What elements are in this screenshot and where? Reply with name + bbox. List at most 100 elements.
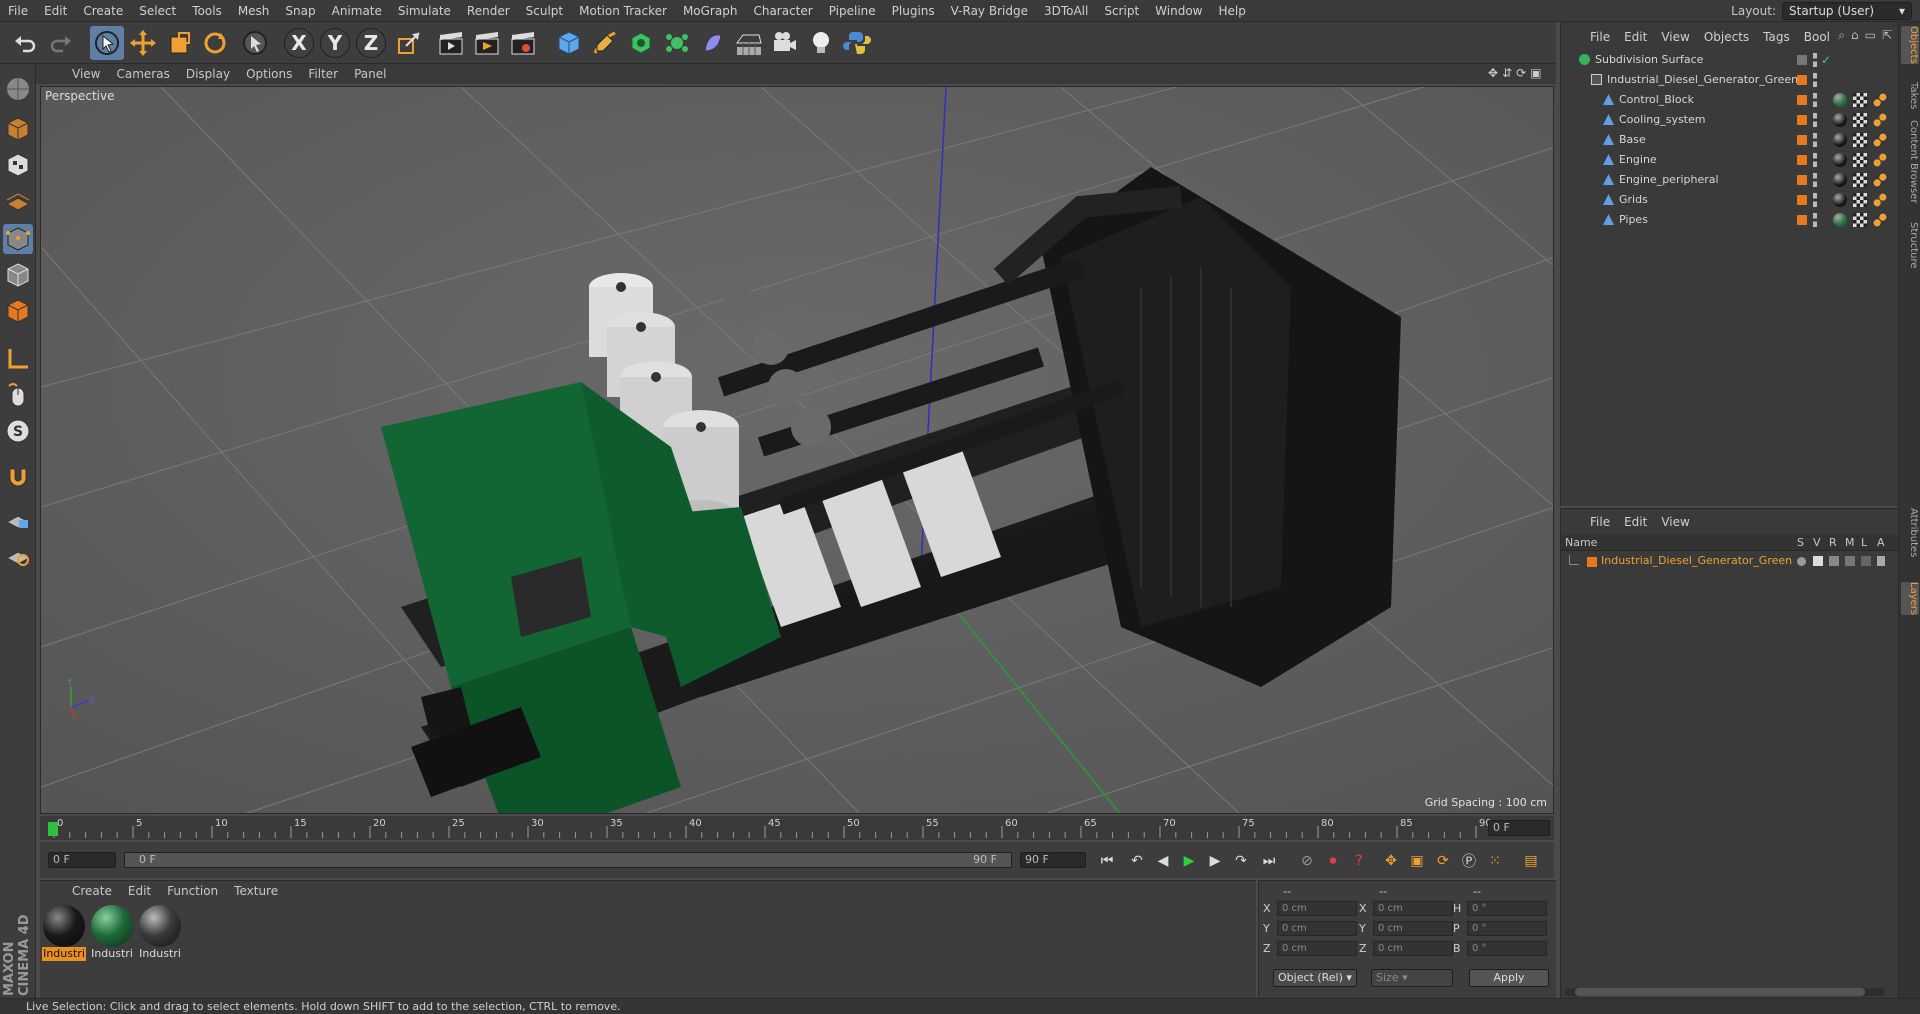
- move-view-icon[interactable]: ✥: [1488, 66, 1498, 82]
- material-menu-function[interactable]: Function: [159, 884, 226, 898]
- selection-tag-icon[interactable]: [1873, 193, 1887, 207]
- visibility-dots[interactable]: [1813, 213, 1817, 227]
- position-key-button[interactable]: ✥: [1380, 850, 1402, 872]
- visibility-dots[interactable]: [1813, 73, 1817, 87]
- scale-button[interactable]: [162, 26, 196, 60]
- object-layer-swatch[interactable]: [1797, 135, 1807, 145]
- menu-3dtoall[interactable]: 3DToAll: [1036, 0, 1096, 22]
- scale-key-button[interactable]: ▣: [1406, 850, 1428, 872]
- coordinate-system-button[interactable]: [392, 26, 426, 60]
- coord-size-dropdown[interactable]: Size ▾: [1371, 969, 1453, 987]
- next-frame-button[interactable]: ▶: [1204, 850, 1226, 872]
- live-selection-button[interactable]: [90, 26, 124, 60]
- model-mode-button[interactable]: [3, 114, 33, 144]
- tweak-mode-button[interactable]: [3, 380, 33, 410]
- object-row-engine-peripheral[interactable]: Engine_peripheral: [1561, 170, 1899, 190]
- viewport-menu-view[interactable]: View: [64, 67, 108, 81]
- start-frame-field[interactable]: 0 F: [48, 852, 116, 868]
- menu-select[interactable]: Select: [131, 0, 184, 22]
- selection-tag-icon[interactable]: [1873, 153, 1887, 167]
- coord-value-field[interactable]: 0 cm: [1277, 941, 1357, 956]
- menu-window[interactable]: Window: [1147, 0, 1210, 22]
- visibility-dots[interactable]: [1813, 153, 1817, 167]
- menu-simulate[interactable]: Simulate: [390, 0, 459, 22]
- material-tag-icon[interactable]: [1833, 213, 1847, 227]
- undo-button[interactable]: [8, 26, 42, 60]
- coord-value-field[interactable]: 0 cm: [1373, 921, 1453, 936]
- layer-solo-toggle[interactable]: [1797, 557, 1806, 566]
- menu-tools[interactable]: Tools: [184, 0, 230, 22]
- y-axis-toggle[interactable]: Y: [320, 28, 350, 58]
- uvw-tag-icon[interactable]: [1853, 193, 1867, 207]
- render-view-button[interactable]: [434, 26, 468, 60]
- menu-script[interactable]: Script: [1096, 0, 1147, 22]
- last-tool-button[interactable]: [238, 26, 272, 60]
- coord-value-field[interactable]: 0 °: [1467, 921, 1547, 936]
- material-menu-edit[interactable]: Edit: [120, 884, 159, 898]
- layer-menu-file[interactable]: File: [1583, 515, 1617, 529]
- timeline-window-button[interactable]: ▤: [1520, 850, 1542, 872]
- menu-character[interactable]: Character: [745, 0, 820, 22]
- home-icon[interactable]: ⌂: [1851, 28, 1859, 43]
- selection-tag-icon[interactable]: [1873, 113, 1887, 127]
- current-frame-field[interactable]: 0 F: [1488, 820, 1550, 836]
- object-row-control-block[interactable]: Control_Block: [1561, 90, 1899, 110]
- coord-value-field[interactable]: 0 cm: [1277, 921, 1357, 936]
- material-tag-icon[interactable]: [1833, 173, 1847, 187]
- object-row-grids[interactable]: Grids: [1561, 190, 1899, 210]
- coord-mode-dropdown[interactable]: Object (Rel) ▾: [1273, 969, 1357, 987]
- prev-frame-button[interactable]: ◀: [1152, 850, 1174, 872]
- object-layer-swatch[interactable]: [1797, 115, 1807, 125]
- uvw-tag-icon[interactable]: [1853, 213, 1867, 227]
- rotate-button[interactable]: [198, 26, 232, 60]
- search-icon[interactable]: ⌕: [1838, 28, 1845, 43]
- menu-pipeline[interactable]: Pipeline: [821, 0, 884, 22]
- menu-v-ray-bridge[interactable]: V-Ray Bridge: [943, 0, 1036, 22]
- menu-sculpt[interactable]: Sculpt: [518, 0, 571, 22]
- coord-value-field[interactable]: 0 cm: [1277, 901, 1357, 916]
- object-menu-tags[interactable]: Tags: [1756, 30, 1797, 44]
- frame-range-slider[interactable]: 0 F 90 F: [124, 852, 1012, 868]
- magnet-button[interactable]: [3, 462, 33, 492]
- viewport-menu-filter[interactable]: Filter: [300, 67, 346, 81]
- object-layer-swatch[interactable]: [1797, 75, 1807, 85]
- goto-end-button[interactable]: ⏭: [1258, 850, 1280, 872]
- object-menu-edit[interactable]: Edit: [1617, 30, 1654, 44]
- play-button[interactable]: ▶: [1178, 850, 1200, 872]
- zoom-view-icon[interactable]: ⇵: [1502, 66, 1512, 82]
- side-tab-structure[interactable]: Structure: [1901, 222, 1919, 269]
- selection-tag-icon[interactable]: [1873, 133, 1887, 147]
- coord-value-field[interactable]: 0 °: [1467, 941, 1547, 956]
- object-menu-objects[interactable]: Objects: [1697, 30, 1756, 44]
- eye-icon[interactable]: [1813, 556, 1823, 566]
- coord-value-field[interactable]: 0 °: [1467, 901, 1547, 916]
- enabled-check-icon[interactable]: ✓: [1821, 50, 1831, 70]
- snap-button[interactable]: S: [3, 416, 33, 446]
- material-swatch-2[interactable]: Industri: [90, 905, 134, 961]
- selection-tag-icon[interactable]: [1873, 213, 1887, 227]
- rotation-key-button[interactable]: ⟳: [1432, 850, 1454, 872]
- menu-edit[interactable]: Edit: [36, 0, 75, 22]
- viewport-menu-options[interactable]: Options: [238, 67, 300, 81]
- timeline-ruler[interactable]: 0 5 10 15 20 25 30 35 40 45 50 55 60 65 70 75 80 85 90 0 F: [40, 816, 1554, 840]
- uvw-tag-icon[interactable]: [1853, 133, 1867, 147]
- points-mode-button[interactable]: [3, 224, 33, 254]
- layer-scrollbar[interactable]: [1565, 988, 1885, 996]
- side-tab-objects[interactable]: Objects: [1901, 26, 1919, 64]
- object-layer-swatch[interactable]: [1797, 95, 1807, 105]
- side-tab-layers[interactable]: Layers: [1901, 582, 1919, 616]
- object-row-base[interactable]: Base: [1561, 130, 1899, 150]
- uvw-tag-icon[interactable]: [1853, 173, 1867, 187]
- axis-mode-button[interactable]: [3, 344, 33, 374]
- visibility-dots[interactable]: [1813, 133, 1817, 147]
- workplane-mode-button[interactable]: [3, 186, 33, 216]
- rotate-view-icon[interactable]: ⟳: [1516, 66, 1526, 82]
- menu-snap[interactable]: Snap: [277, 0, 323, 22]
- prev-key-button[interactable]: ↶: [1126, 850, 1148, 872]
- uvw-tag-icon[interactable]: [1853, 93, 1867, 107]
- manager-toggle-icon[interactable]: [1845, 556, 1855, 566]
- object-row-subdivision-surface[interactable]: Subdivision Surface ✓: [1561, 50, 1899, 70]
- viewport-perspective[interactable]: Y Z Perspective Grid Spacing : 100 cm: [40, 86, 1554, 814]
- material-tag-icon[interactable]: [1833, 153, 1847, 167]
- make-editable-button[interactable]: [3, 74, 33, 104]
